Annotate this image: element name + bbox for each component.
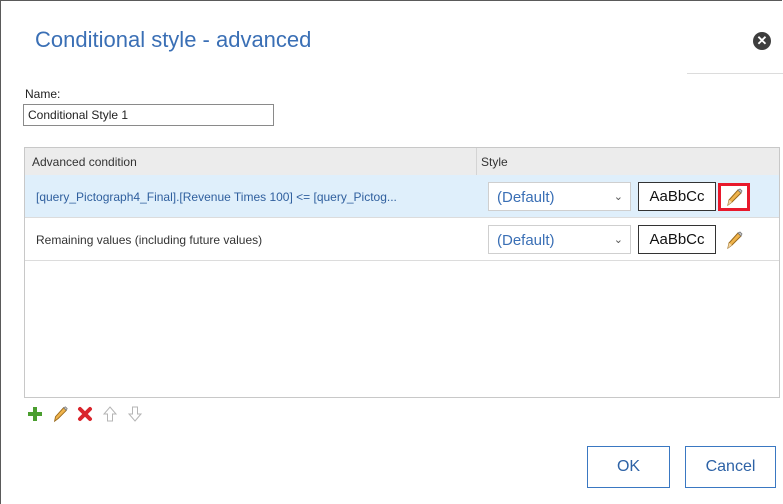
column-header-advanced-condition[interactable]: Advanced condition xyxy=(32,155,137,169)
style-select[interactable]: (Default) ⌄ xyxy=(488,225,631,254)
edit-style-button[interactable] xyxy=(718,226,750,254)
style-sample: AaBbCc xyxy=(638,225,716,254)
style-select[interactable]: (Default) ⌄ xyxy=(488,182,631,211)
style-select-value: (Default) xyxy=(497,189,555,206)
cancel-button[interactable]: Cancel xyxy=(685,446,776,488)
move-up-icon[interactable] xyxy=(101,405,119,423)
add-icon[interactable] xyxy=(26,405,44,423)
style-select-value: (Default) xyxy=(497,232,555,249)
table-row[interactable]: Remaining values (including future value… xyxy=(25,218,779,261)
ok-button[interactable]: OK xyxy=(587,446,670,488)
delete-icon[interactable] xyxy=(76,405,94,423)
pencil-icon xyxy=(727,188,743,207)
conditional-style-dialog: Conditional style - advanced ✕ Name: Adv… xyxy=(0,0,783,504)
column-header-style[interactable]: Style xyxy=(481,155,508,169)
move-down-icon[interactable] xyxy=(126,405,144,423)
condition-toolbar xyxy=(26,404,144,424)
header-divider xyxy=(687,73,783,74)
grid-header: Advanced condition Style xyxy=(25,148,779,176)
table-row[interactable]: [query_Pictograph4_Final].[Revenue Times… xyxy=(25,175,779,218)
conditions-grid: Advanced condition Style [query_Pictogra… xyxy=(24,147,780,398)
close-icon[interactable]: ✕ xyxy=(753,32,771,50)
dialog-title: Conditional style - advanced xyxy=(35,27,312,52)
edit-style-button[interactable] xyxy=(718,183,750,211)
style-sample: AaBbCc xyxy=(638,182,716,211)
column-divider xyxy=(476,148,477,175)
pencil-icon xyxy=(727,231,743,250)
chevron-down-icon: ⌄ xyxy=(613,191,623,203)
condition-cell[interactable]: Remaining values (including future value… xyxy=(36,233,476,247)
name-label: Name: xyxy=(25,87,61,101)
name-input[interactable] xyxy=(23,104,274,126)
chevron-down-icon: ⌄ xyxy=(613,234,623,246)
condition-cell[interactable]: [query_Pictograph4_Final].[Revenue Times… xyxy=(36,190,476,204)
edit-icon[interactable] xyxy=(51,405,69,423)
